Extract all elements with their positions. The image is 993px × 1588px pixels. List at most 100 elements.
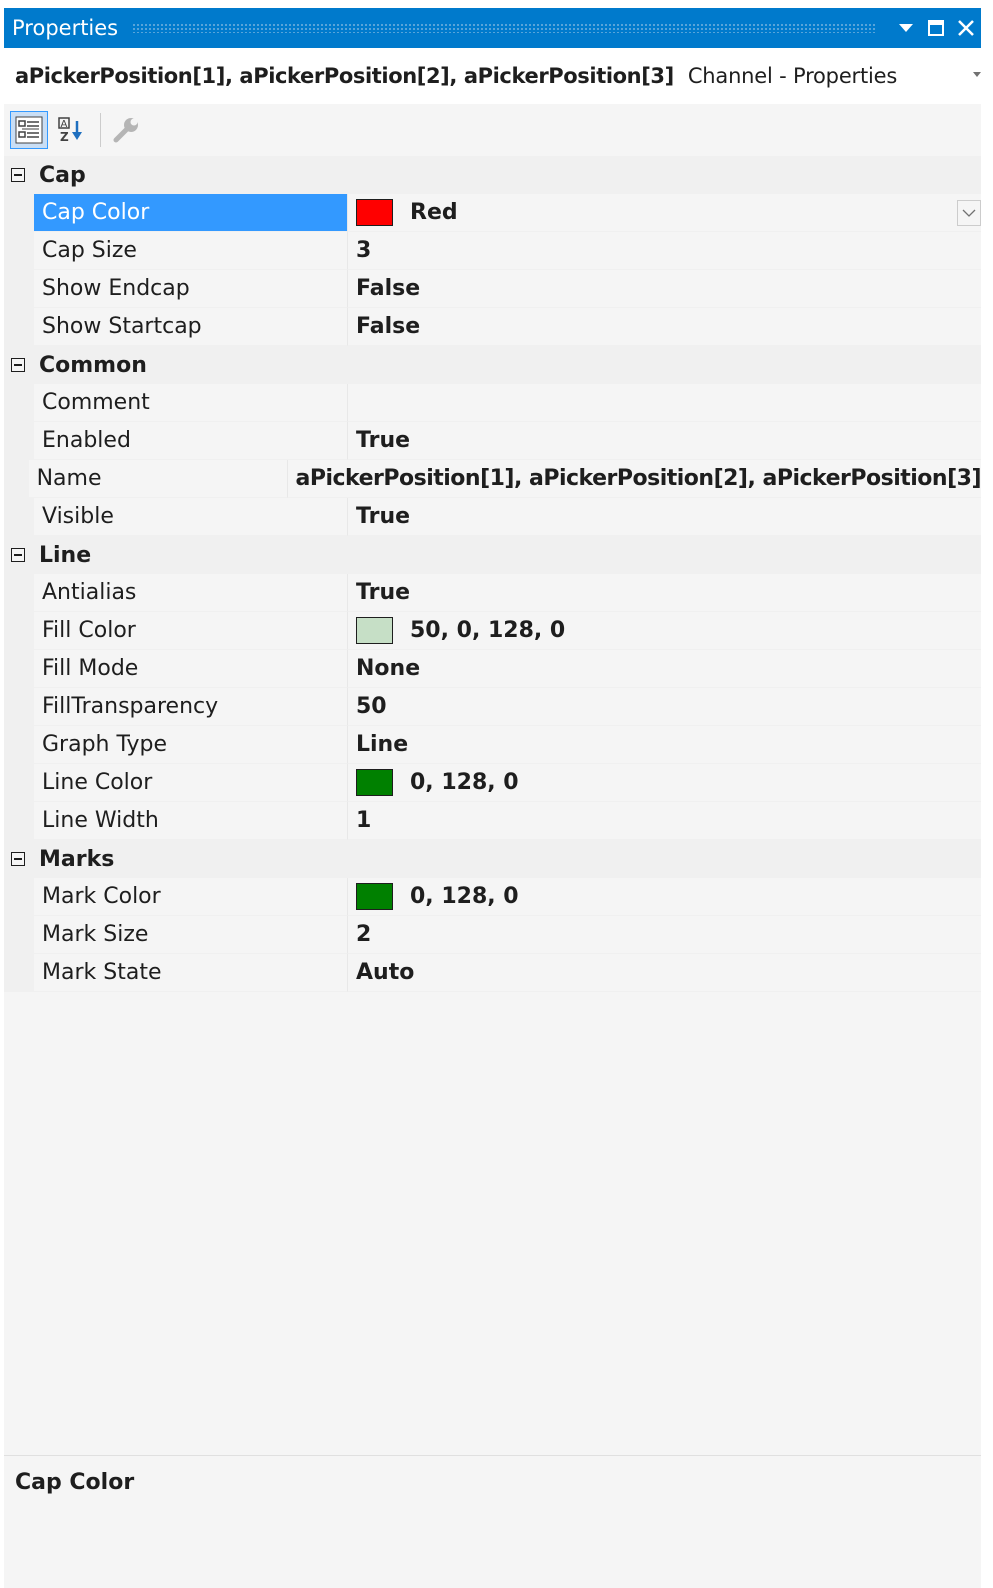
category-name: Common	[39, 352, 147, 378]
category-marks[interactable]: Marks	[4, 840, 981, 878]
category-name: Line	[39, 542, 92, 568]
category-cap[interactable]: Cap	[4, 156, 981, 194]
property-name[interactable]: Show Startcap	[34, 308, 348, 346]
properties-panel: Properties aPickerPosition[1], aPickerPo…	[4, 8, 981, 1588]
property-value[interactable]: False	[348, 308, 981, 346]
row-margin	[4, 308, 34, 346]
property-value[interactable]: 50, 0, 128, 0	[348, 612, 981, 650]
property-value[interactable]: 3	[348, 232, 981, 270]
property-row-enabled[interactable]: Enabled True	[4, 422, 981, 460]
property-value[interactable]: Red	[348, 194, 981, 232]
row-margin	[4, 384, 34, 422]
row-margin	[4, 422, 34, 460]
property-value-text: 0, 128, 0	[410, 884, 519, 909]
property-name[interactable]: Name	[28, 460, 288, 498]
collapse-icon[interactable]	[11, 852, 25, 866]
property-row-fill-color[interactable]: Fill Color 50, 0, 128, 0	[4, 612, 981, 650]
close-icon	[958, 20, 974, 36]
property-value[interactable]: 1	[348, 802, 981, 840]
alphabetical-button[interactable]: A Z	[52, 111, 90, 149]
property-value[interactable]: True	[348, 574, 981, 612]
property-row-name[interactable]: Name aPickerPosition[1], aPickerPosition…	[4, 460, 981, 498]
property-name[interactable]: Cap Size	[34, 232, 348, 270]
color-swatch	[356, 617, 393, 644]
property-pages-button[interactable]	[107, 111, 145, 149]
property-value-text: 0, 128, 0	[410, 770, 519, 795]
chevron-down-icon[interactable]	[973, 72, 981, 77]
property-row-cap-size[interactable]: Cap Size 3	[4, 232, 981, 270]
property-value[interactable]: 0, 128, 0	[348, 878, 981, 916]
chevron-down-icon	[962, 209, 976, 217]
property-row-comment[interactable]: Comment	[4, 384, 981, 422]
property-name[interactable]: Visible	[34, 498, 348, 536]
property-name[interactable]: Show Endcap	[34, 270, 348, 308]
collapse-icon[interactable]	[11, 548, 25, 562]
categorized-button[interactable]	[10, 111, 48, 149]
property-value[interactable]	[348, 384, 981, 422]
property-name[interactable]: Cap Color	[34, 194, 348, 232]
property-value[interactable]: True	[348, 498, 981, 536]
property-name[interactable]: Line Width	[34, 802, 348, 840]
property-row-line-color[interactable]: Line Color 0, 128, 0	[4, 764, 981, 802]
property-name[interactable]: Enabled	[34, 422, 348, 460]
property-row-line-width[interactable]: Line Width 1	[4, 802, 981, 840]
property-name[interactable]: FillTransparency	[34, 688, 348, 726]
property-name[interactable]: Fill Mode	[34, 650, 348, 688]
property-row-fill-mode[interactable]: Fill Mode None	[4, 650, 981, 688]
categorized-icon	[15, 116, 43, 144]
property-row-antialias[interactable]: Antialias True	[4, 574, 981, 612]
row-margin	[4, 650, 34, 688]
property-row-mark-state[interactable]: Mark State Auto	[4, 954, 981, 992]
window-dropdown-button[interactable]	[891, 8, 921, 48]
maximize-button[interactable]	[921, 8, 951, 48]
property-row-mark-color[interactable]: Mark Color 0, 128, 0	[4, 878, 981, 916]
row-margin	[4, 194, 34, 232]
collapse-icon[interactable]	[11, 168, 25, 182]
property-name[interactable]: Mark Color	[34, 878, 348, 916]
property-name[interactable]: Comment	[34, 384, 348, 422]
property-value-text: Red	[410, 200, 458, 225]
property-value[interactable]: None	[348, 650, 981, 688]
row-margin	[4, 954, 34, 992]
property-value[interactable]: 2	[348, 916, 981, 954]
property-row-cap-color[interactable]: Cap Color Red	[4, 194, 981, 232]
property-name[interactable]: Antialias	[34, 574, 348, 612]
property-row-graph-type[interactable]: Graph Type Line	[4, 726, 981, 764]
property-name[interactable]: Mark Size	[34, 916, 348, 954]
property-row-show-startcap[interactable]: Show Startcap False	[4, 308, 981, 346]
row-margin	[4, 802, 34, 840]
color-swatch	[356, 199, 393, 226]
property-value[interactable]: True	[348, 422, 981, 460]
category-common[interactable]: Common	[4, 346, 981, 384]
property-row-visible[interactable]: Visible True	[4, 498, 981, 536]
title-bar[interactable]: Properties	[4, 8, 981, 48]
category-name: Marks	[39, 846, 115, 872]
property-value[interactable]: Line	[348, 726, 981, 764]
property-row-fill-transparency[interactable]: FillTransparency 50	[4, 688, 981, 726]
object-type: Channel - Properties	[687, 64, 898, 88]
collapse-icon[interactable]	[11, 358, 25, 372]
property-value[interactable]: False	[348, 270, 981, 308]
property-value-text: 50, 0, 128, 0	[410, 618, 566, 643]
close-button[interactable]	[951, 8, 981, 48]
description-title: Cap Color	[15, 1470, 135, 1495]
property-name[interactable]: Mark State	[34, 954, 348, 992]
property-value[interactable]: 50	[348, 688, 981, 726]
property-name[interactable]: Fill Color	[34, 612, 348, 650]
property-row-mark-size[interactable]: Mark Size 2	[4, 916, 981, 954]
row-margin	[4, 612, 34, 650]
title-grip[interactable]	[132, 23, 877, 33]
svg-text:Z: Z	[60, 130, 69, 144]
property-value[interactable]: 0, 128, 0	[348, 764, 981, 802]
property-name[interactable]: Graph Type	[34, 726, 348, 764]
property-row-show-endcap[interactable]: Show Endcap False	[4, 270, 981, 308]
property-value[interactable]: aPickerPosition[1], aPickerPosition[2], …	[287, 460, 981, 498]
category-line[interactable]: Line	[4, 536, 981, 574]
value-dropdown-button[interactable]	[957, 200, 981, 226]
object-selector[interactable]: aPickerPosition[1], aPickerPosition[2], …	[4, 48, 981, 104]
property-value[interactable]: Auto	[348, 954, 981, 992]
property-name[interactable]: Line Color	[34, 764, 348, 802]
row-margin	[4, 688, 34, 726]
properties-toolbar: A Z	[4, 104, 981, 156]
row-margin	[4, 460, 29, 498]
